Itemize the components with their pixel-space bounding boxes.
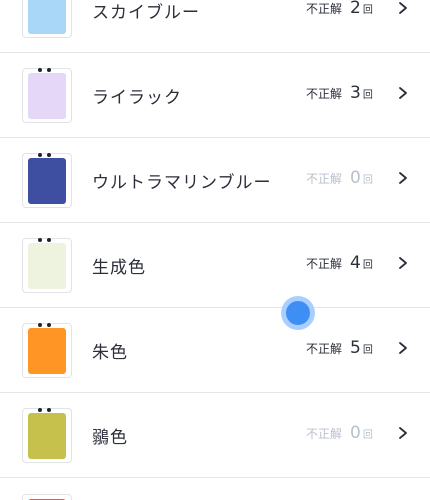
chevron-right-icon	[399, 87, 407, 99]
count-unit: 回	[362, 260, 373, 271]
incorrect-count-value: 0	[350, 168, 361, 188]
color-swatch-card	[22, 323, 72, 378]
incorrect-count: 不正解 4 回	[306, 253, 373, 273]
color-swatch	[28, 243, 66, 289]
incorrect-count-value: 0	[350, 423, 361, 443]
color-swatch-card	[22, 68, 72, 123]
count-unit: 回	[362, 90, 373, 101]
color-name: 鶸色	[92, 428, 128, 448]
color-row[interactable]: 鶸色 不正解 0 回	[0, 393, 430, 478]
mascot-eyes-icon	[38, 323, 52, 328]
count-unit: 回	[362, 430, 373, 441]
count-unit: 回	[362, 5, 373, 16]
incorrect-label: 不正解	[306, 257, 343, 271]
incorrect-label: 不正解	[306, 2, 343, 16]
color-name: ライラック	[92, 88, 182, 108]
count-unit: 回	[362, 345, 373, 356]
color-swatch	[28, 413, 66, 459]
color-result-list: スカイブルー 不正解 2 回ライラック 不正解 3 回ウルトラマリンブルー 不正解 0 回生成色不…	[0, 0, 430, 478]
color-row[interactable]: ライラック 不正解 3 回	[0, 53, 430, 138]
mascot-eyes-icon	[38, 153, 52, 158]
incorrect-count: 不正解 3 回	[306, 83, 373, 103]
next-color-swatch-partial	[22, 494, 72, 500]
chevron-right-icon	[399, 2, 407, 14]
color-name: ウルトラマリンブルー	[92, 173, 272, 193]
incorrect-label: 不正解	[306, 87, 343, 101]
mascot-eyes-icon	[38, 68, 52, 73]
color-swatch-card	[22, 238, 72, 293]
incorrect-count-value: 5	[350, 338, 361, 358]
color-swatch	[28, 0, 66, 34]
incorrect-count-value: 2	[350, 0, 361, 18]
color-swatch	[28, 73, 66, 119]
mascot-eyes-icon	[38, 408, 52, 413]
incorrect-count: 不正解 5 回	[306, 338, 373, 358]
color-name: 朱色	[92, 343, 128, 363]
touch-indicator	[281, 296, 315, 330]
color-name: スカイブルー	[92, 3, 200, 23]
chevron-right-icon	[399, 172, 407, 184]
color-swatch-card	[22, 153, 72, 208]
chevron-right-icon	[399, 257, 407, 269]
color-row[interactable]: 朱色 不正解 5 回	[0, 308, 430, 393]
color-swatch-card	[22, 408, 72, 463]
incorrect-count-value: 3	[350, 83, 361, 103]
color-row[interactable]: スカイブルー 不正解 2 回	[0, 0, 430, 53]
chevron-right-icon	[399, 342, 407, 354]
color-swatch	[28, 158, 66, 204]
incorrect-label: 不正解	[306, 427, 343, 441]
incorrect-count: 不正解 0 回	[306, 423, 373, 443]
mascot-eyes-icon	[38, 238, 52, 243]
incorrect-count-value: 4	[350, 253, 361, 273]
chevron-right-icon	[399, 427, 407, 439]
color-swatch-card	[22, 0, 72, 38]
incorrect-count: 不正解 0 回	[306, 168, 373, 188]
color-row[interactable]: ウルトラマリンブルー 不正解 0 回	[0, 138, 430, 223]
color-name: 生成色	[92, 258, 146, 278]
incorrect-count: 不正解 2 回	[306, 0, 373, 18]
color-row[interactable]: 生成色 不正解 4 回	[0, 223, 430, 308]
incorrect-label: 不正解	[306, 342, 343, 356]
incorrect-label: 不正解	[306, 172, 343, 186]
color-swatch	[28, 328, 66, 374]
count-unit: 回	[362, 175, 373, 186]
